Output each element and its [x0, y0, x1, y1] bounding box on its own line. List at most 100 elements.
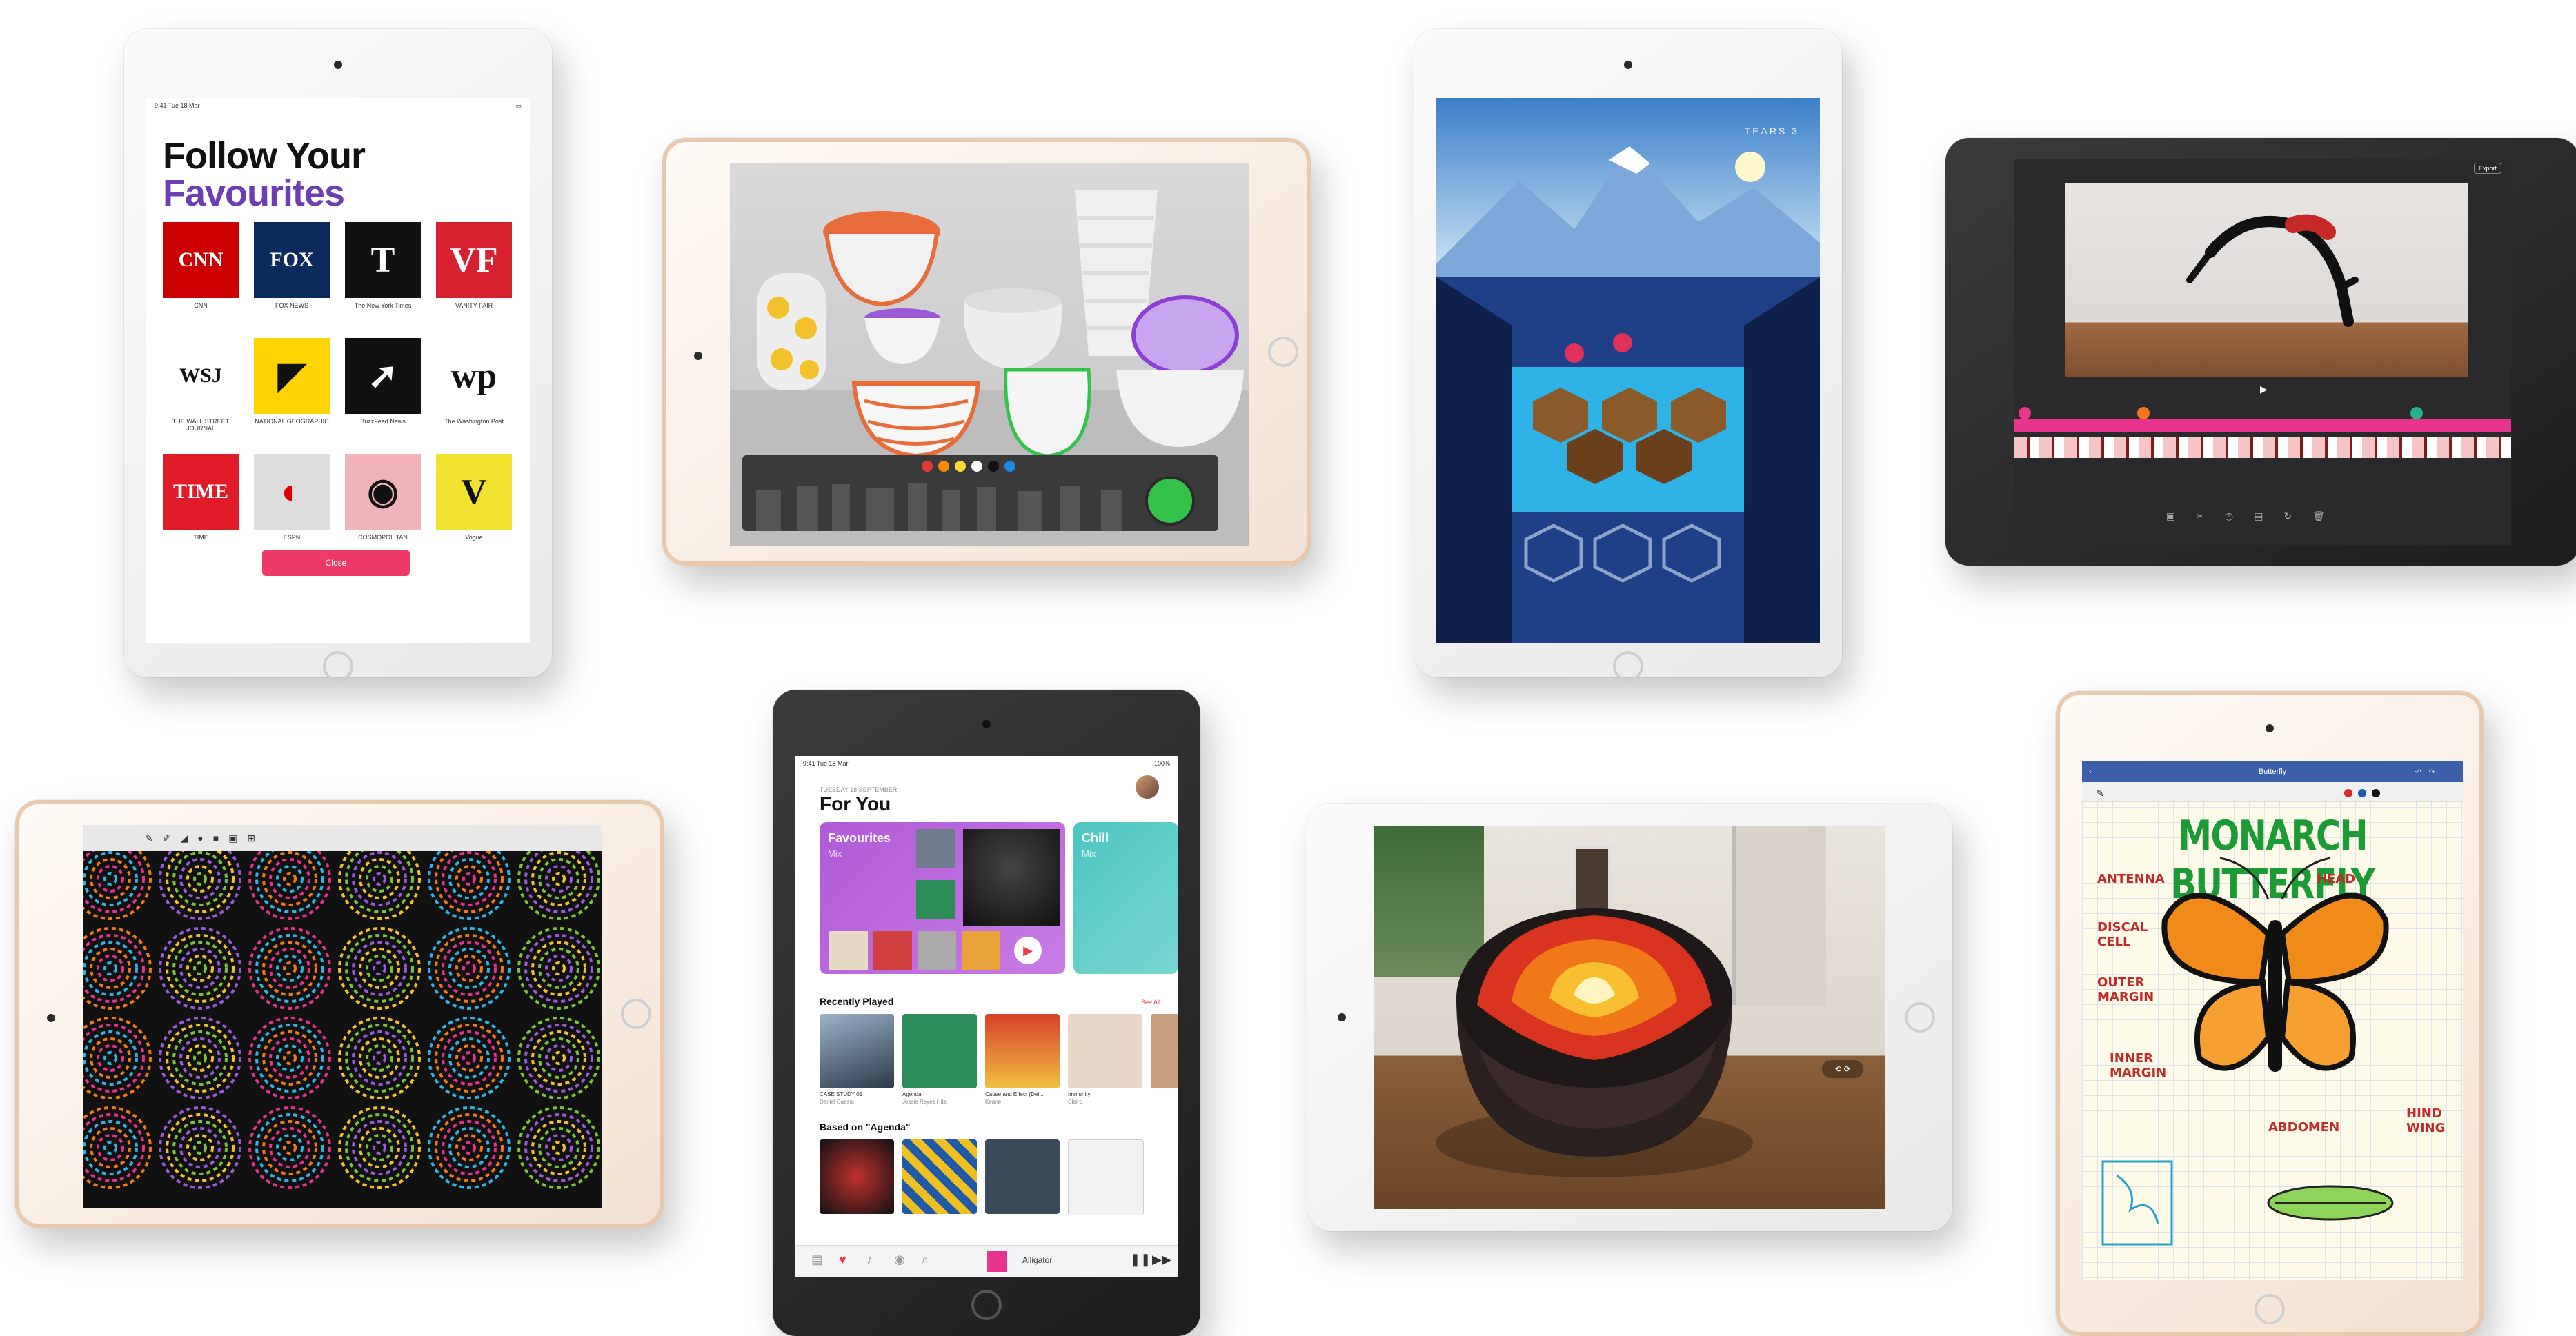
- album-cover[interactable]: [820, 1139, 894, 1214]
- avatar[interactable]: [1136, 775, 1159, 799]
- tool-icon[interactable]: ⊞: [247, 832, 255, 844]
- album-title: CASE STUDY 01: [820, 1091, 863, 1097]
- mandala-ring: [283, 872, 297, 886]
- channel-tile[interactable]: V Vogue: [436, 454, 512, 550]
- channel-caption: NATIONAL GEOGRAPHIC: [255, 418, 329, 425]
- tool-icon[interactable]: ▣: [228, 832, 237, 844]
- album-artist: Daniel Caesar: [820, 1099, 855, 1105]
- album-cover[interactable]: [985, 1014, 1060, 1088]
- home-button[interactable]: [1613, 651, 1643, 681]
- mandala-ring: [345, 1113, 414, 1182]
- pause-icon[interactable]: ❚❚: [1130, 1253, 1151, 1267]
- home-button[interactable]: [1268, 337, 1298, 367]
- news-screen: 9:41 Tue 18 Mar ▭ Follow Your Favourites…: [146, 98, 530, 643]
- mix-title: Favourites: [828, 831, 891, 845]
- marker-end[interactable]: [2410, 407, 2423, 419]
- tool-icon[interactable]: ✎: [145, 832, 153, 844]
- mandala-ring: [276, 955, 304, 982]
- now-playing-art[interactable]: [987, 1251, 1007, 1272]
- library-icon[interactable]: ▤: [811, 1253, 823, 1267]
- album-cover[interactable]: [1151, 1014, 1178, 1088]
- mandala-ring: [255, 844, 324, 913]
- tool-palette: [742, 455, 1218, 531]
- channel-tile[interactable]: VF VANITY FAIR: [436, 222, 512, 319]
- mandala-ring: [283, 1141, 297, 1155]
- tool-icon[interactable]: ■: [213, 832, 219, 844]
- timeline[interactable]: [2014, 407, 2511, 469]
- tool-icon[interactable]: ◢: [180, 832, 188, 844]
- tool-icon[interactable]: ✂: [2196, 510, 2204, 522]
- mandala-ring: [103, 872, 117, 886]
- video-preview: [2065, 183, 2468, 377]
- status-battery: 100%: [1153, 760, 1170, 767]
- channel-tile[interactable]: ◉ COSMOPOLITAN: [345, 454, 421, 550]
- channel-logo: TIME: [163, 454, 239, 530]
- channel-caption: FOX NEWS: [275, 302, 308, 309]
- for-you-icon[interactable]: ♥: [839, 1253, 846, 1267]
- channel-tile[interactable]: wp The Washington Post: [436, 338, 512, 435]
- album-cover[interactable]: [985, 1139, 1060, 1214]
- see-all-link[interactable]: See All: [1141, 999, 1160, 1006]
- play-icon[interactable]: ▶: [1014, 937, 1042, 964]
- channel-tile[interactable]: TIME TIME: [163, 454, 239, 550]
- album-cover[interactable]: [902, 1139, 977, 1214]
- home-button[interactable]: [323, 651, 353, 681]
- marker-start[interactable]: [2019, 407, 2031, 419]
- mandala-ring: [159, 1017, 241, 1099]
- channel-tile[interactable]: ◤ NATIONAL GEOGRAPHIC: [254, 338, 330, 435]
- tool-icon[interactable]: 🗑: [2312, 510, 2325, 522]
- mandala-ring: [97, 1134, 124, 1161]
- ar-controls[interactable]: ⟲ ⟳: [1822, 1060, 1863, 1078]
- home-button[interactable]: [2255, 1294, 2285, 1324]
- tool-icon[interactable]: ◴: [2225, 510, 2233, 522]
- mandala-ring: [255, 1113, 324, 1182]
- tool-icon[interactable]: ▣: [2166, 510, 2175, 522]
- ipad-coloring: ✎ ✐ ◢ ● ■ ▣ ⊞: [15, 800, 664, 1228]
- album-cover[interactable]: [1068, 1014, 1142, 1088]
- channel-tile[interactable]: CNN CNN: [163, 222, 239, 319]
- mandala-pattern: [83, 837, 600, 1189]
- radio-icon[interactable]: ◉: [894, 1253, 905, 1267]
- favourites-mix-card[interactable]: Favourites Mix ▶: [820, 822, 1065, 974]
- tool-icon[interactable]: ↻: [2283, 510, 2292, 522]
- mandala-ring: [166, 934, 235, 1003]
- color-picker-button[interactable]: [1145, 476, 1195, 526]
- mandala-ring: [83, 934, 145, 1003]
- album-cover[interactable]: [1068, 1139, 1144, 1215]
- close-button[interactable]: Close: [262, 550, 410, 576]
- now-playing-title: Alligator: [1022, 1255, 1053, 1265]
- channel-tile[interactable]: WSJ THE WALL STREET JOURNAL: [163, 338, 239, 435]
- mandala-ring: [517, 927, 600, 1010]
- album-cover[interactable]: [820, 1014, 894, 1088]
- forward-icon[interactable]: ▶▶: [1152, 1253, 1171, 1267]
- home-button[interactable]: [971, 1290, 1002, 1320]
- channel-caption: COSMOPOLITAN: [358, 534, 408, 541]
- browse-icon[interactable]: ♪: [866, 1253, 873, 1267]
- channel-tile[interactable]: ◐ ESPN: [254, 454, 330, 550]
- channel-tile[interactable]: FOX FOX NEWS: [254, 222, 330, 319]
- status-bar: 9:41 Tue 18 Mar 100%: [795, 756, 1178, 771]
- tool-icon[interactable]: ✐: [163, 832, 171, 844]
- mandala-ring: [455, 1044, 483, 1072]
- marker-mid[interactable]: [2137, 407, 2150, 419]
- channel-tile[interactable]: ➚ BuzzFeed News: [345, 338, 421, 435]
- home-button[interactable]: [1905, 1002, 1935, 1033]
- mix-title: Chill: [1082, 831, 1109, 845]
- channel-tile[interactable]: T The New York Times: [345, 222, 421, 319]
- search-icon[interactable]: ⌕: [922, 1253, 929, 1267]
- export-button[interactable]: Export: [2473, 163, 2501, 174]
- tool-icon[interactable]: ▤: [2254, 510, 2263, 522]
- tool-icon[interactable]: ●: [197, 832, 203, 844]
- front-camera: [1338, 1013, 1346, 1021]
- mandala-ring: [462, 1141, 476, 1155]
- mandala-ring: [545, 1134, 573, 1161]
- album-cover[interactable]: [902, 1014, 977, 1088]
- home-button[interactable]: [621, 999, 651, 1029]
- mandala-ring: [83, 1024, 145, 1093]
- play-icon[interactable]: ▶: [2260, 383, 2268, 395]
- channel-logo: ◐: [254, 454, 330, 530]
- mandala-ring: [248, 927, 331, 1010]
- mandala-ring: [103, 1141, 117, 1155]
- album-artist: Jessie Reyez Hits: [902, 1099, 947, 1105]
- chill-mix-card[interactable]: Chill Mix: [1073, 822, 1178, 974]
